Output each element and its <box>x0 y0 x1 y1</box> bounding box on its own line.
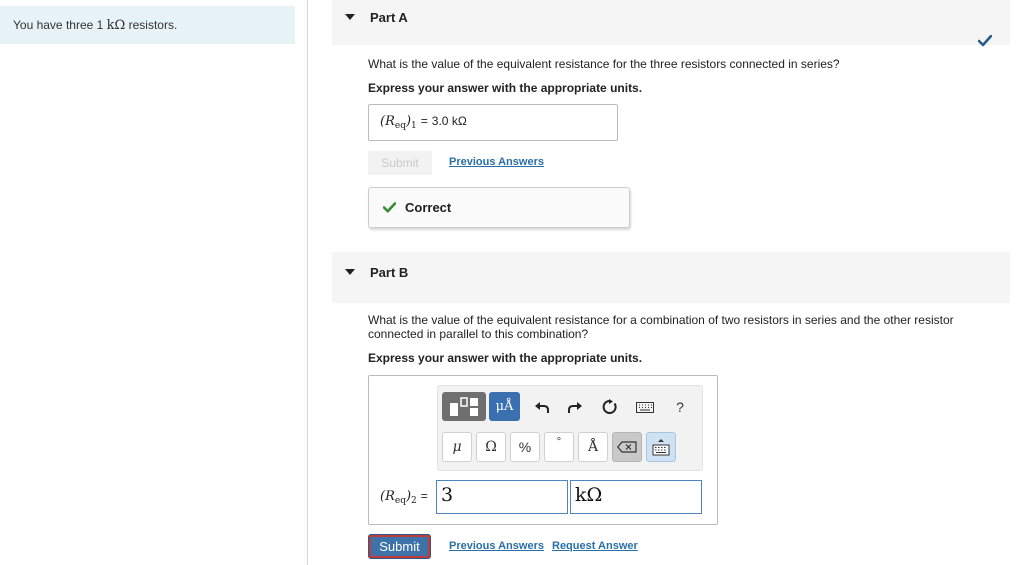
part-b-answer-box: μÅ ? μ Ω % ° Å (Req)2 = 3 kΩ <box>368 375 718 525</box>
collapse-caret-icon[interactable] <box>345 269 355 275</box>
templates-button[interactable] <box>442 392 486 421</box>
part-a-header[interactable]: Part A <box>332 0 1010 45</box>
part-b-title: Part B <box>370 265 409 280</box>
angstrom-symbol-button[interactable]: Å <box>578 432 608 462</box>
reset-icon[interactable] <box>599 396 621 418</box>
undo-icon[interactable] <box>531 396 553 418</box>
part-b-question: What is the value of the equivalent resi… <box>368 313 954 341</box>
keyboard-icon[interactable] <box>634 396 656 418</box>
part-a-answer-label: (Req)1 <box>380 114 417 131</box>
request-answer-link[interactable]: Request Answer <box>552 540 638 552</box>
redo-icon[interactable] <box>564 396 586 418</box>
part-a-feedback: Correct <box>368 187 630 228</box>
show-keyboard-button[interactable] <box>646 432 676 462</box>
checkmark-icon <box>978 35 992 47</box>
intro-text-before: You have three 1 <box>13 18 107 32</box>
part-a-submit-button: Submit <box>368 151 432 175</box>
part-a-previous-answers-link[interactable]: Previous Answers <box>449 156 544 168</box>
templates-icon <box>450 396 478 416</box>
backspace-icon <box>617 441 637 453</box>
part-a-title: Part A <box>370 10 408 25</box>
part-b-answer-label: (Req)2 = <box>380 489 428 506</box>
part-a-answer-display: (Req)1 = 3.0 kΩ <box>368 104 618 141</box>
omega-symbol-button[interactable]: Ω <box>476 432 506 462</box>
keyboard-up-icon <box>652 439 670 456</box>
part-a-question: What is the value of the equivalent resi… <box>368 57 840 71</box>
units-button[interactable]: μÅ <box>489 392 520 421</box>
units-input[interactable]: kΩ <box>570 480 702 514</box>
problem-intro-panel: You have three 1 kΩ resistors. <box>0 0 308 565</box>
part-b-previous-answers-link[interactable]: Previous Answers <box>449 540 544 552</box>
part-b-header[interactable]: Part B <box>332 252 1010 303</box>
math-toolbar: μÅ ? μ Ω % ° Å <box>437 385 703 471</box>
value-input[interactable]: 3 <box>436 480 568 514</box>
collapse-caret-icon[interactable] <box>345 14 355 20</box>
degree-symbol-button[interactable]: ° <box>544 432 574 462</box>
part-a-instruction: Express your answer with the appropriate… <box>368 81 643 95</box>
part-b-submit-button[interactable]: Submit <box>368 534 431 559</box>
mu-symbol-button[interactable]: μ <box>442 432 472 462</box>
intro-unit: kΩ <box>106 18 126 33</box>
intro-text-after: resistors. <box>125 18 178 32</box>
percent-symbol-button[interactable]: % <box>510 432 540 462</box>
backspace-button[interactable] <box>612 432 642 462</box>
correct-check-icon <box>383 202 396 213</box>
help-icon[interactable]: ? <box>669 396 691 418</box>
problem-intro: You have three 1 kΩ resistors. <box>0 6 295 44</box>
feedback-label: Correct <box>405 200 452 215</box>
part-b-instruction: Express your answer with the appropriate… <box>368 351 643 365</box>
part-a-answer-value: 3.0 kΩ <box>431 114 467 128</box>
